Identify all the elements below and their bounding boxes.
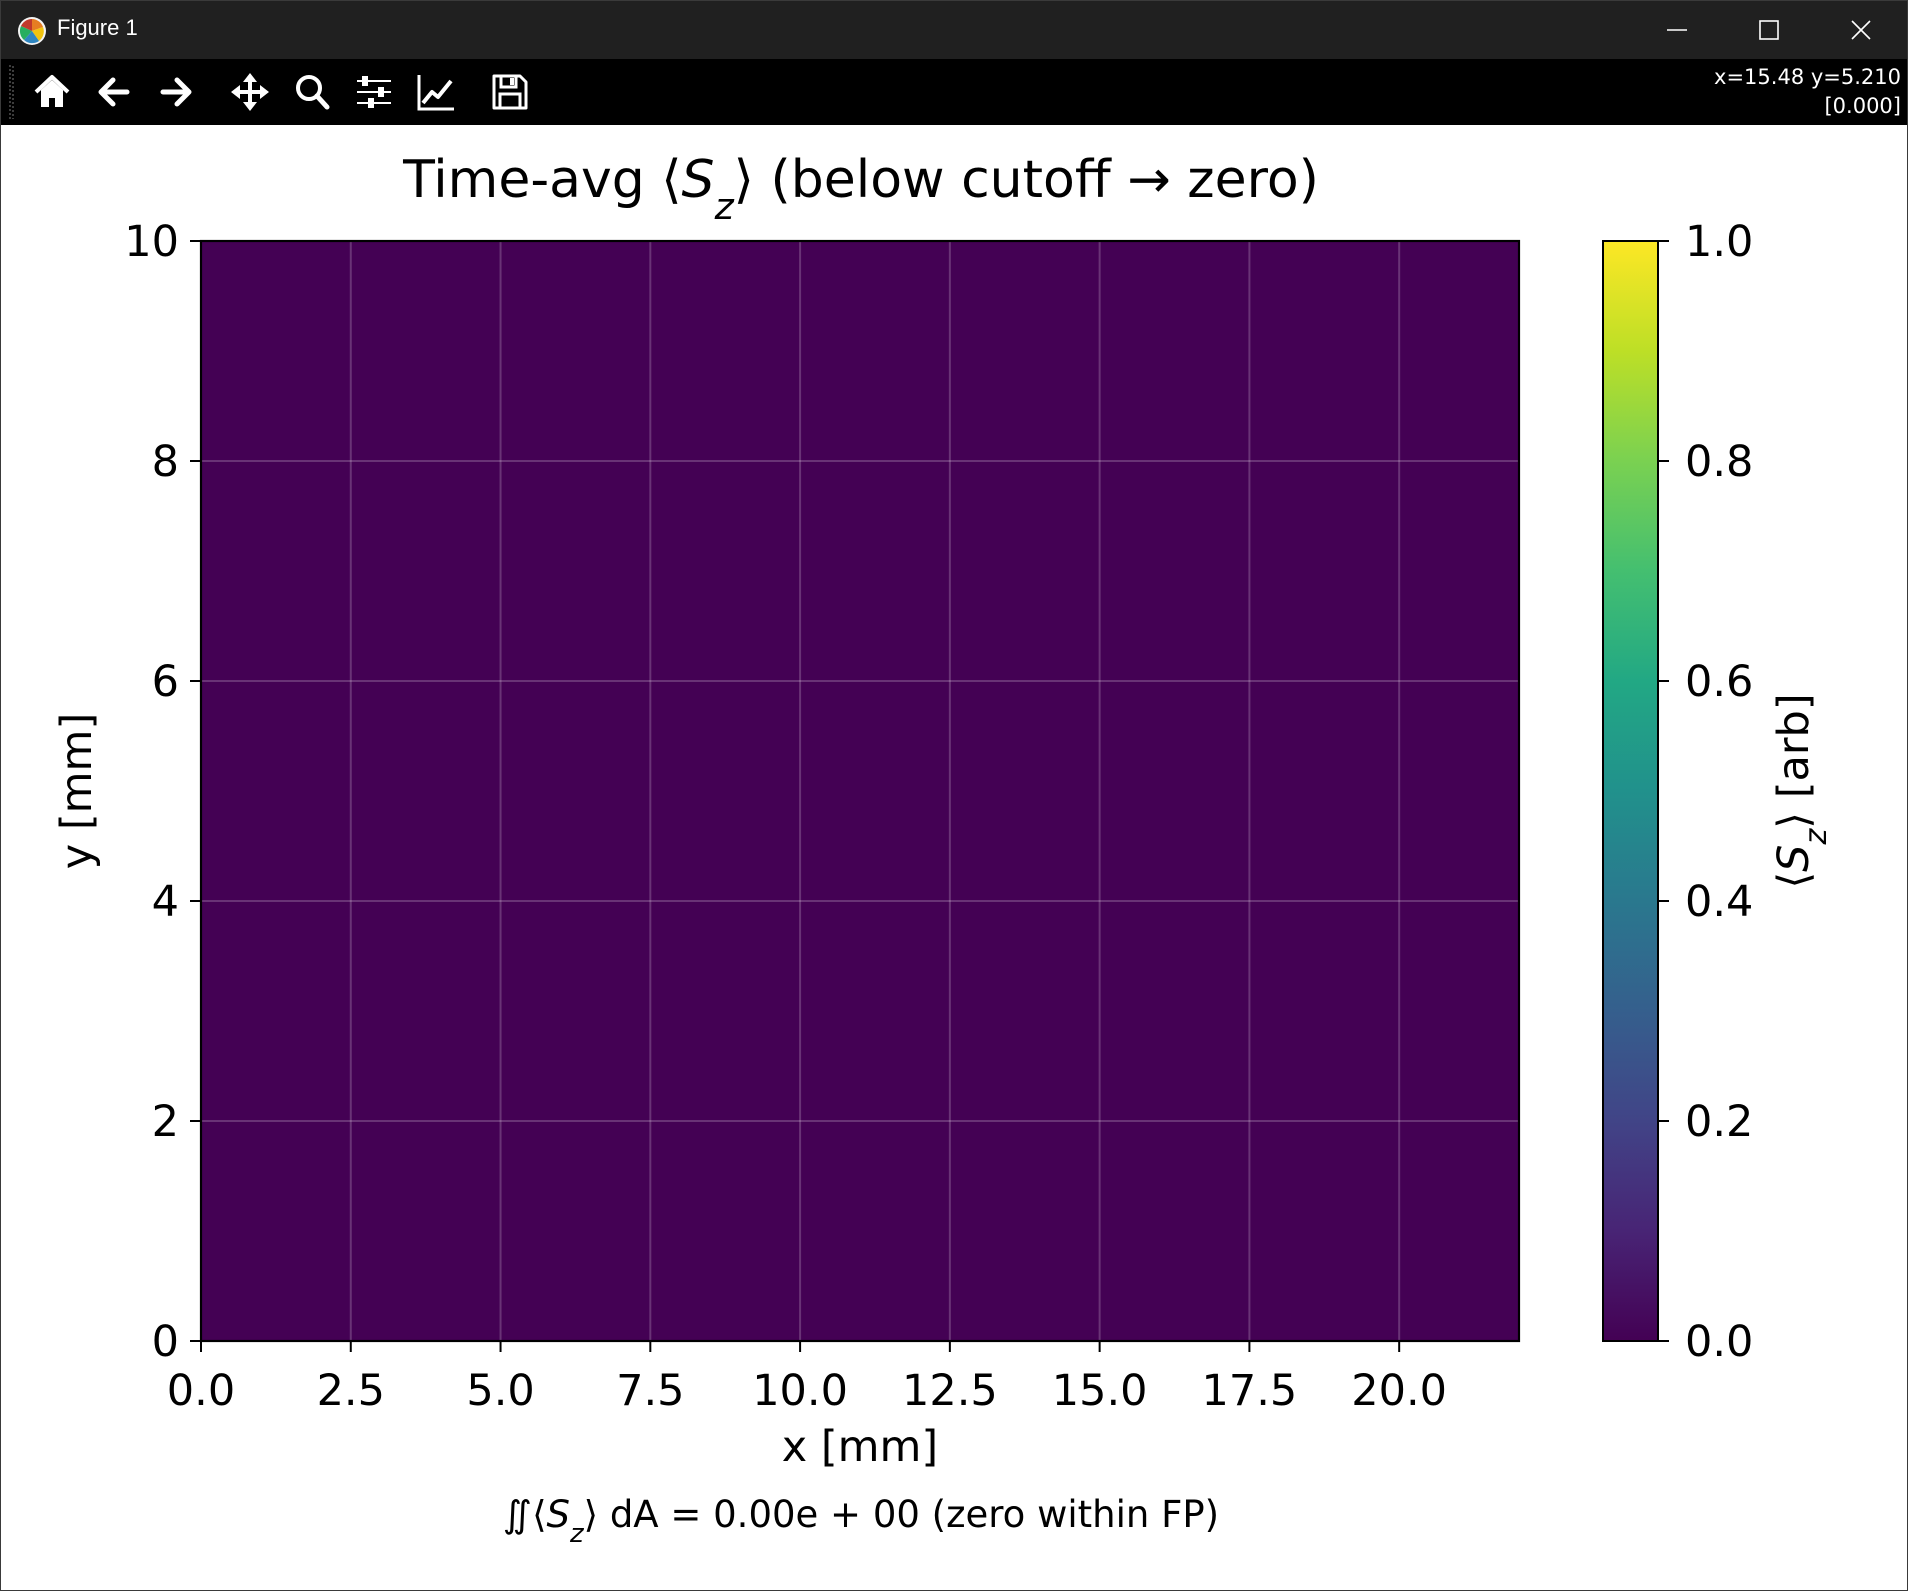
back-icon — [98, 77, 130, 107]
configure-subplots-icon — [357, 76, 391, 108]
window-title: Figure 1 — [57, 15, 138, 40]
pan-button[interactable] — [227, 69, 273, 115]
minimize-button[interactable] — [1631, 1, 1723, 59]
y-axis-label: y [mm] — [52, 713, 102, 869]
edit-axis-icon — [417, 75, 454, 111]
y-tick-label: 0 — [152, 1317, 179, 1367]
matplotlib-logo-icon — [17, 16, 47, 46]
figure-window: Figure 1 x=15.48 y=5.210 [0.000] Time-av… — [0, 0, 1908, 1591]
toolbar-grip[interactable] — [9, 65, 15, 119]
x-tick-label: 0.0 — [167, 1366, 235, 1416]
x-axis-label: x [mm] — [782, 1422, 938, 1472]
heatmap-image[interactable] — [201, 241, 1519, 1341]
y-tick-label: 10 — [124, 217, 179, 267]
maximize-icon — [1759, 20, 1779, 40]
title-bar: Figure 1 — [1, 1, 1907, 59]
colorbar — [1602, 240, 1659, 1342]
save-icon — [492, 74, 528, 110]
chart-title: Time-avg ⟨Sz⟩ (below cutoff → zero) — [402, 150, 1319, 228]
edit-axis-button[interactable] — [413, 69, 459, 115]
cursor-xy-readout: x=15.48 y=5.210 — [1714, 65, 1901, 89]
y-tick-label: 8 — [152, 437, 179, 487]
colorbar-tick-label: 0.4 — [1685, 877, 1753, 927]
pan-icon — [231, 73, 269, 111]
colorbar-tick-label: 0.0 — [1685, 1317, 1753, 1367]
maximize-button[interactable] — [1723, 1, 1815, 59]
integral-annotation: ∬⟨Sz⟩ dA = 0.00e + 00 (zero within FP) — [503, 1493, 1219, 1549]
configure-subplots-button[interactable] — [351, 69, 397, 115]
close-button[interactable] — [1815, 1, 1907, 59]
save-button[interactable] — [487, 69, 533, 115]
x-tick-label: 10.0 — [752, 1366, 848, 1416]
y-tick-label: 4 — [152, 877, 179, 927]
x-axis-ticks: 0.0 2.5 5.0 7.5 10.0 12.5 15.0 17.5 20.0 — [167, 1341, 1447, 1416]
colorbar-ticks: 0.0 0.2 0.4 0.6 0.8 1.0 — [1658, 217, 1753, 1367]
y-tick-label: 2 — [152, 1097, 179, 1147]
cursor-coordinates: x=15.48 y=5.210 [0.000] — [1714, 63, 1901, 121]
close-icon — [1851, 20, 1871, 40]
x-tick-label: 5.0 — [466, 1366, 534, 1416]
minimize-icon — [1667, 29, 1687, 31]
home-button[interactable] — [29, 69, 75, 115]
back-button[interactable] — [91, 69, 137, 115]
x-tick-label: 17.5 — [1202, 1366, 1298, 1416]
colorbar-tick-label: 1.0 — [1685, 217, 1753, 267]
navigation-toolbar: x=15.48 y=5.210 [0.000] — [1, 59, 1907, 125]
y-axis-ticks: 0 2 4 6 8 10 — [124, 217, 201, 1367]
forward-button[interactable] — [153, 69, 199, 115]
home-icon — [34, 75, 70, 107]
x-tick-label: 12.5 — [902, 1366, 998, 1416]
x-tick-label: 20.0 — [1351, 1366, 1447, 1416]
colorbar-tick-label: 0.2 — [1685, 1097, 1753, 1147]
y-tick-label: 6 — [152, 657, 179, 707]
colorbar-tick-label: 0.8 — [1685, 437, 1753, 487]
x-tick-label: 7.5 — [616, 1366, 684, 1416]
colorbar-tick-label: 0.6 — [1685, 657, 1753, 707]
zoom-button[interactable] — [289, 69, 335, 115]
forward-icon — [160, 77, 192, 107]
x-tick-label: 15.0 — [1052, 1366, 1148, 1416]
x-tick-label: 2.5 — [317, 1366, 385, 1416]
figure-canvas[interactable]: Time-avg ⟨Sz⟩ (below cutoff → zero) 0.0 2… — [1, 125, 1907, 1590]
zoom-icon — [296, 75, 330, 110]
colorbar-label: ⟨Sz⟩ [arb] — [1769, 693, 1834, 888]
cursor-value-readout: [0.000] — [1824, 94, 1901, 118]
